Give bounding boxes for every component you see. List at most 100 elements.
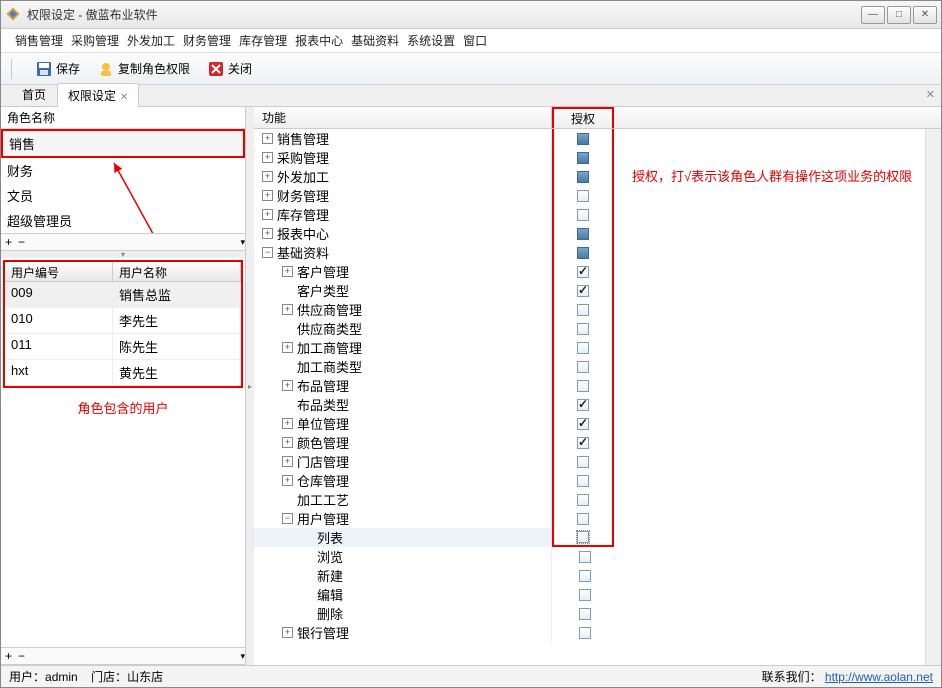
user-row[interactable]: 009销售总监: [5, 282, 241, 308]
role-remove-button[interactable]: −: [18, 235, 25, 249]
auth-checkbox[interactable]: [579, 570, 591, 582]
maximize-button[interactable]: □: [887, 6, 911, 24]
auth-checkbox[interactable]: [577, 531, 589, 543]
expand-icon[interactable]: +: [262, 228, 273, 239]
tree-row[interactable]: 新建: [254, 566, 941, 585]
auth-checkbox[interactable]: [577, 323, 589, 335]
status-url-link[interactable]: http://www.aolan.net: [825, 670, 933, 684]
role-add-button[interactable]: +: [5, 235, 12, 249]
expand-icon[interactable]: +: [262, 171, 273, 182]
menu-inventory[interactable]: 库存管理: [239, 32, 287, 49]
vertical-splitter[interactable]: [246, 107, 254, 665]
tree-row[interactable]: 客户类型: [254, 281, 941, 300]
expand-icon[interactable]: +: [282, 475, 293, 486]
expand-icon[interactable]: +: [282, 627, 293, 638]
menu-purchase[interactable]: 采购管理: [71, 32, 119, 49]
collapse-icon[interactable]: −: [262, 247, 273, 258]
auth-checkbox[interactable]: [579, 608, 591, 620]
expand-icon[interactable]: +: [262, 190, 273, 201]
user-nav-button[interactable]: ▾: [240, 651, 245, 662]
auth-checkbox[interactable]: [577, 437, 589, 449]
tree-row[interactable]: +布品管理: [254, 376, 941, 395]
tree-row[interactable]: +库存管理: [254, 205, 941, 224]
tree-row[interactable]: −用户管理: [254, 509, 941, 528]
menu-window[interactable]: 窗口: [463, 32, 487, 49]
user-remove-button[interactable]: −: [18, 649, 25, 663]
expand-icon[interactable]: +: [262, 133, 273, 144]
collapse-icon[interactable]: −: [282, 513, 293, 524]
tree-row[interactable]: 布品类型: [254, 395, 941, 414]
expand-icon[interactable]: +: [282, 342, 293, 353]
tree-row[interactable]: 加工商类型: [254, 357, 941, 376]
tree-row[interactable]: +颜色管理: [254, 433, 941, 452]
expand-icon[interactable]: +: [282, 304, 293, 315]
tree-row[interactable]: +供应商管理: [254, 300, 941, 319]
auth-checkbox[interactable]: [577, 456, 589, 468]
menu-finance[interactable]: 财务管理: [183, 32, 231, 49]
auth-checkbox[interactable]: [577, 304, 589, 316]
auth-checkbox[interactable]: [577, 247, 589, 259]
expand-icon[interactable]: +: [282, 380, 293, 391]
auth-checkbox[interactable]: [577, 361, 589, 373]
tree-row[interactable]: 供应商类型: [254, 319, 941, 338]
auth-checkbox[interactable]: [577, 380, 589, 392]
auth-checkbox[interactable]: [577, 475, 589, 487]
menu-sales[interactable]: 销售管理: [15, 32, 63, 49]
role-item[interactable]: 财务: [1, 158, 245, 183]
minimize-button[interactable]: —: [861, 6, 885, 24]
role-item[interactable]: 超级管理员: [1, 208, 245, 233]
tree-row[interactable]: +银行管理: [254, 623, 941, 642]
tree-row[interactable]: 编辑: [254, 585, 941, 604]
tree-row[interactable]: +加工商管理: [254, 338, 941, 357]
auth-checkbox[interactable]: [577, 171, 589, 183]
auth-checkbox[interactable]: [577, 190, 589, 202]
tree-row[interactable]: +仓库管理: [254, 471, 941, 490]
auth-checkbox[interactable]: [577, 285, 589, 297]
user-row[interactable]: hxt黄先生: [5, 360, 241, 386]
copy-role-button[interactable]: 复制角色权限: [98, 60, 190, 77]
auth-checkbox[interactable]: [577, 228, 589, 240]
menu-settings[interactable]: 系统设置: [407, 32, 455, 49]
tree-row[interactable]: +销售管理: [254, 129, 941, 148]
user-row[interactable]: 010李先生: [5, 308, 241, 334]
tree-row[interactable]: +财务管理: [254, 186, 941, 205]
menu-reports[interactable]: 报表中心: [295, 32, 343, 49]
tree-row[interactable]: 加工工艺: [254, 490, 941, 509]
tree-row[interactable]: 浏览: [254, 547, 941, 566]
auth-checkbox[interactable]: [577, 494, 589, 506]
tab-home[interactable]: 首页: [11, 82, 57, 106]
role-item[interactable]: 销售: [1, 129, 245, 158]
tabs-close-all[interactable]: ✕: [926, 88, 935, 101]
tree-row[interactable]: +门店管理: [254, 452, 941, 471]
tree-row[interactable]: 删除: [254, 604, 941, 623]
vertical-scrollbar[interactable]: [925, 129, 941, 665]
horizontal-splitter[interactable]: [1, 251, 245, 258]
close-window-button[interactable]: ✕: [913, 6, 937, 24]
auth-checkbox[interactable]: [577, 399, 589, 411]
expand-icon[interactable]: +: [262, 152, 273, 163]
auth-checkbox[interactable]: [577, 209, 589, 221]
role-nav-button[interactable]: ▾: [240, 237, 245, 248]
expand-icon[interactable]: +: [282, 266, 293, 277]
tab-close-icon[interactable]: ✕: [120, 92, 128, 103]
auth-checkbox[interactable]: [579, 627, 591, 639]
tree-row[interactable]: +报表中心: [254, 224, 941, 243]
save-button[interactable]: 保存: [36, 60, 80, 77]
expand-icon[interactable]: +: [262, 209, 273, 220]
auth-checkbox[interactable]: [577, 133, 589, 145]
auth-checkbox[interactable]: [577, 266, 589, 278]
tree-row[interactable]: −基础资料: [254, 243, 941, 262]
role-item[interactable]: 文员: [1, 183, 245, 208]
auth-checkbox[interactable]: [577, 152, 589, 164]
expand-icon[interactable]: +: [282, 456, 293, 467]
expand-icon[interactable]: +: [282, 437, 293, 448]
auth-checkbox[interactable]: [577, 513, 589, 525]
tab-permissions[interactable]: 权限设定✕: [57, 83, 139, 107]
close-button[interactable]: 关闭: [208, 60, 252, 77]
tree-row[interactable]: 列表: [254, 528, 941, 547]
user-row[interactable]: 011陈先生: [5, 334, 241, 360]
auth-checkbox[interactable]: [577, 342, 589, 354]
menu-outsource[interactable]: 外发加工: [127, 32, 175, 49]
tree-row[interactable]: +客户管理: [254, 262, 941, 281]
auth-checkbox[interactable]: [577, 418, 589, 430]
